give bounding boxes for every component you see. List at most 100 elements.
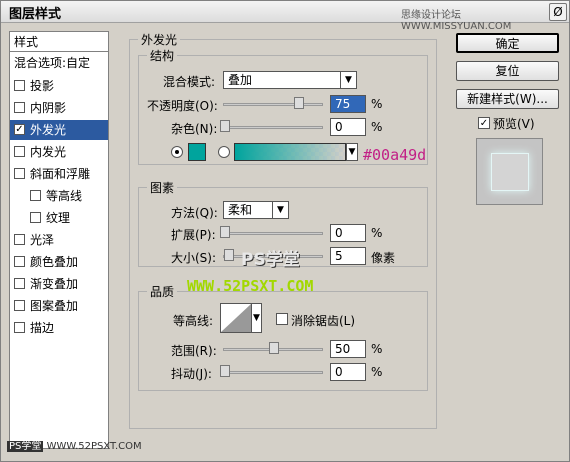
blend-mode-select[interactable]: 叠加 ▼ xyxy=(223,71,357,89)
inner-shadow-checkbox[interactable] xyxy=(14,102,25,113)
style-item-satin[interactable]: 光泽 xyxy=(10,230,108,250)
technique-label: 方法(Q): xyxy=(171,206,218,220)
style-item-label: 颜色叠加 xyxy=(30,255,79,269)
style-item-stroke[interactable]: 描边 xyxy=(10,318,108,338)
noise-unit: % xyxy=(371,120,383,134)
chevron-down-icon: ▼ xyxy=(251,304,261,332)
style-preview-thumbnail xyxy=(476,138,543,205)
style-item-label: 投影 xyxy=(30,79,55,93)
opacity-slider-thumb[interactable] xyxy=(294,97,304,109)
opacity-slider[interactable] xyxy=(223,97,323,109)
jitter-unit: % xyxy=(371,365,383,379)
glow-color-swatch[interactable] xyxy=(188,143,206,161)
style-item-inner-glow[interactable]: 内发光 xyxy=(10,142,108,162)
chevron-down-icon: ▼ xyxy=(348,147,356,157)
texture-checkbox[interactable] xyxy=(30,212,41,223)
style-item-bevel-emboss[interactable]: 斜面和浮雕 xyxy=(10,164,108,184)
ps-school-watermark: PS学堂 xyxy=(241,250,300,270)
spread-slider-thumb[interactable] xyxy=(220,226,230,238)
style-item-outer-glow[interactable]: ✓ 外发光 xyxy=(10,120,108,140)
preview-checkbox[interactable]: ✓ xyxy=(478,117,490,129)
new-style-button[interactable]: 新建样式(W)... xyxy=(456,89,559,109)
range-slider-thumb[interactable] xyxy=(269,342,279,354)
ok-button[interactable]: 确定 xyxy=(456,33,559,53)
anti-alias-checkbox[interactable] xyxy=(276,313,288,325)
blend-options-item[interactable]: 混合选项:自定 xyxy=(10,53,108,73)
jitter-label: 抖动(J): xyxy=(171,367,212,381)
drop-shadow-checkbox[interactable] xyxy=(14,80,25,91)
inner-glow-checkbox[interactable] xyxy=(14,146,25,157)
style-item-color-overlay[interactable]: 颜色叠加 xyxy=(10,252,108,272)
blend-mode-value: 叠加 xyxy=(228,73,253,87)
noise-input[interactable]: 0 xyxy=(330,118,366,136)
quality-title: 品质 xyxy=(150,285,175,299)
size-label: 大小(S): xyxy=(171,251,217,265)
elements-title: 图素 xyxy=(150,181,175,195)
color-overlay-checkbox[interactable] xyxy=(14,256,25,267)
footer-ps-url: WWW.52PSXT.COM xyxy=(46,441,142,452)
chevron-down-icon: ▼ xyxy=(272,202,288,218)
noise-slider[interactable] xyxy=(220,120,323,132)
style-list: 样式 混合选项:自定 投影 内阴影 ✓ 外发光 内发光 斜面和浮雕 等高线 纹理 xyxy=(9,31,109,449)
noise-slider-thumb[interactable] xyxy=(220,120,230,132)
color-annotation: #00a49d xyxy=(363,146,427,164)
range-input[interactable]: 50 xyxy=(330,340,366,358)
outer-glow-checkbox[interactable]: ✓ xyxy=(14,124,25,135)
spread-unit: % xyxy=(371,226,383,240)
range-label: 范围(R): xyxy=(171,344,217,358)
ps-url-watermark: WWW.52PSXT.COM xyxy=(187,277,314,295)
style-item-inner-shadow[interactable]: 内阴影 xyxy=(10,98,108,118)
style-item-texture[interactable]: 纹理 xyxy=(10,208,108,228)
style-list-header[interactable]: 样式 xyxy=(10,32,108,52)
contour-picker[interactable]: ▼ xyxy=(220,303,262,333)
watermark-text: 思缘设计论坛 WWW.MISSYUAN.COM xyxy=(401,10,512,32)
bevel-emboss-checkbox[interactable] xyxy=(14,168,25,179)
style-item-contour[interactable]: 等高线 xyxy=(10,186,108,206)
style-item-label: 外发光 xyxy=(30,123,67,137)
gradient-overlay-checkbox[interactable] xyxy=(14,278,25,289)
style-item-label: 描边 xyxy=(30,321,55,335)
size-slider-thumb[interactable] xyxy=(224,249,234,261)
contour-checkbox[interactable] xyxy=(30,190,41,201)
style-item-label: 内阴影 xyxy=(30,101,67,115)
chevron-down-icon: ▼ xyxy=(340,72,356,88)
footer-ps-title: PS学堂 xyxy=(7,441,44,452)
jitter-slider-thumb[interactable] xyxy=(220,365,230,377)
style-item-label: 渐变叠加 xyxy=(30,277,79,291)
layer-style-dialog: 图层样式 思缘设计论坛 WWW.MISSYUAN.COM Ø 样式 混合选项:自… xyxy=(0,0,570,462)
style-item-label: 光泽 xyxy=(30,233,55,247)
solid-color-radio[interactable] xyxy=(171,146,183,158)
opacity-unit: % xyxy=(371,97,383,111)
style-item-drop-shadow[interactable]: 投影 xyxy=(10,76,108,96)
opacity-label: 不透明度(O): xyxy=(147,99,218,113)
window-title: 图层样式 xyxy=(9,7,62,22)
title-bar: 图层样式 思缘设计论坛 WWW.MISSYUAN.COM Ø xyxy=(1,1,569,32)
reset-button[interactable]: 复位 xyxy=(456,61,559,81)
range-unit: % xyxy=(371,342,383,356)
size-unit: 像素 xyxy=(371,251,396,265)
style-item-gradient-overlay[interactable]: 渐变叠加 xyxy=(10,274,108,294)
satin-checkbox[interactable] xyxy=(14,234,25,245)
style-item-pattern-overlay[interactable]: 图案叠加 xyxy=(10,296,108,316)
close-icon[interactable]: Ø xyxy=(549,3,567,21)
outer-glow-group-title: 外发光 xyxy=(141,33,178,47)
spread-slider[interactable] xyxy=(220,226,323,238)
style-item-label: 图案叠加 xyxy=(30,299,79,313)
spread-input[interactable]: 0 xyxy=(330,224,366,242)
gradient-radio[interactable] xyxy=(218,146,230,158)
style-item-label: 等高线 xyxy=(46,189,83,203)
technique-select[interactable]: 柔和 ▼ xyxy=(223,201,289,219)
jitter-input[interactable]: 0 xyxy=(330,363,366,381)
gradient-dropdown[interactable]: ▼ xyxy=(346,143,358,161)
glow-gradient-picker[interactable] xyxy=(234,143,346,161)
stroke-checkbox[interactable] xyxy=(14,322,25,333)
footer-watermark: PS学堂 WWW.52PSXT.COM xyxy=(7,437,142,452)
jitter-slider[interactable] xyxy=(220,365,323,377)
range-slider[interactable] xyxy=(223,342,323,354)
spread-label: 扩展(P): xyxy=(171,228,216,242)
pattern-overlay-checkbox[interactable] xyxy=(14,300,25,311)
size-input[interactable]: 5 xyxy=(330,247,366,265)
preview-label: 预览(V) xyxy=(493,117,535,131)
opacity-input[interactable]: 75 xyxy=(330,95,366,113)
anti-alias-label: 消除锯齿(L) xyxy=(291,314,356,328)
